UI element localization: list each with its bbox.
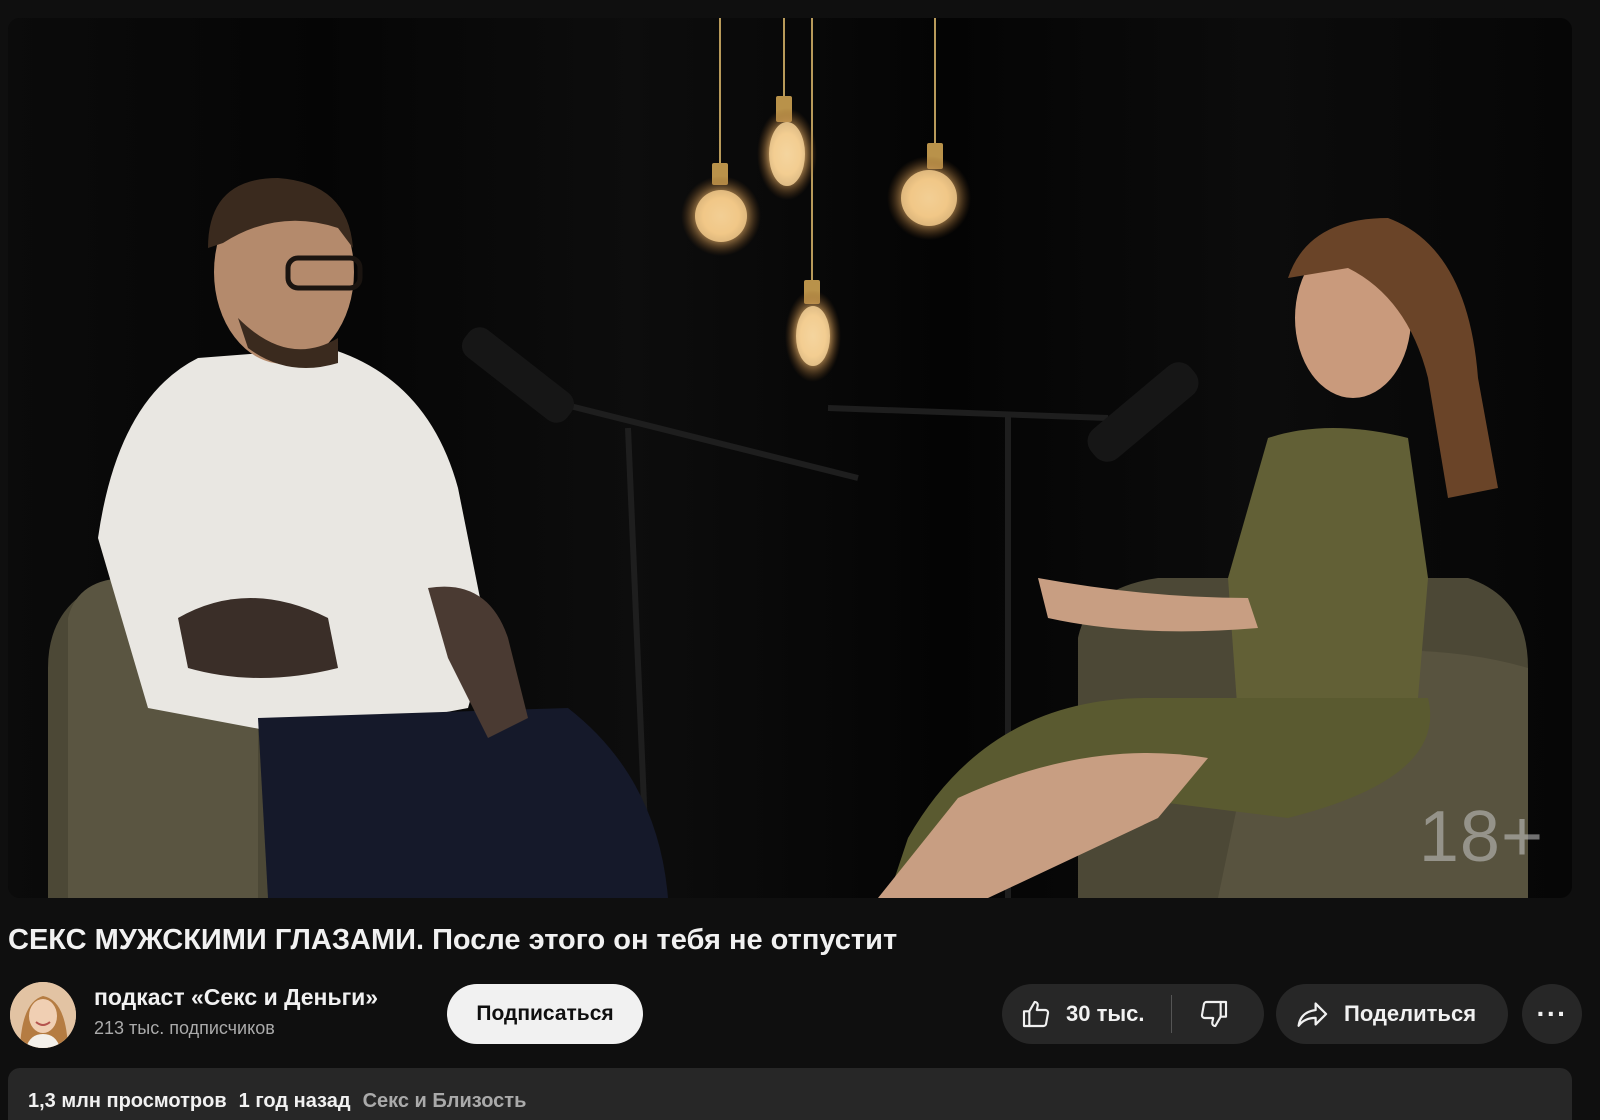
publish-date: 1 год назад	[238, 1090, 351, 1112]
view-count: 1,3 млн просмотров	[28, 1090, 227, 1112]
more-actions-button[interactable]: ···	[1522, 984, 1582, 1044]
subscribe-button[interactable]: Подписаться	[447, 984, 643, 1044]
category-link[interactable]: Секс и Близость	[363, 1090, 527, 1113]
like-button[interactable]: 30 тыс.	[1002, 984, 1171, 1044]
age-rating-overlay: 18+	[1418, 797, 1544, 877]
channel-avatar[interactable]	[10, 982, 76, 1048]
share-button[interactable]: Поделиться	[1276, 984, 1508, 1044]
thumbs-up-icon	[1020, 998, 1052, 1030]
watch-page: 18+ СЕКС МУЖСКИМИ ГЛАЗАМИ. После этого о…	[0, 0, 1600, 1120]
like-count: 30 тыс.	[1066, 1001, 1145, 1026]
dislike-button[interactable]	[1172, 984, 1256, 1044]
video-player[interactable]: 18+	[8, 18, 1572, 898]
channel-name[interactable]: подкаст «Секс и Деньги»	[94, 984, 378, 1011]
description-box[interactable]: 1,3 млн просмотров 1 год назад Секс и Бл…	[8, 1068, 1572, 1120]
description-meta: 1,3 млн просмотров 1 год назад Секс и Бл…	[28, 1090, 526, 1113]
share-arrow-icon	[1296, 998, 1330, 1030]
like-dislike-group: 30 тыс.	[1002, 984, 1264, 1044]
video-owner-row: подкаст «Секс и Деньги» 213 тыс. подписч…	[8, 980, 1582, 1048]
video-frame[interactable]	[8, 18, 1572, 898]
video-title: СЕКС МУЖСКИМИ ГЛАЗАМИ. После этого он те…	[8, 924, 898, 956]
share-label: Поделиться	[1344, 1001, 1477, 1026]
thumbs-down-icon	[1198, 998, 1230, 1030]
subscriber-count: 213 тыс. подписчиков	[94, 1018, 275, 1038]
